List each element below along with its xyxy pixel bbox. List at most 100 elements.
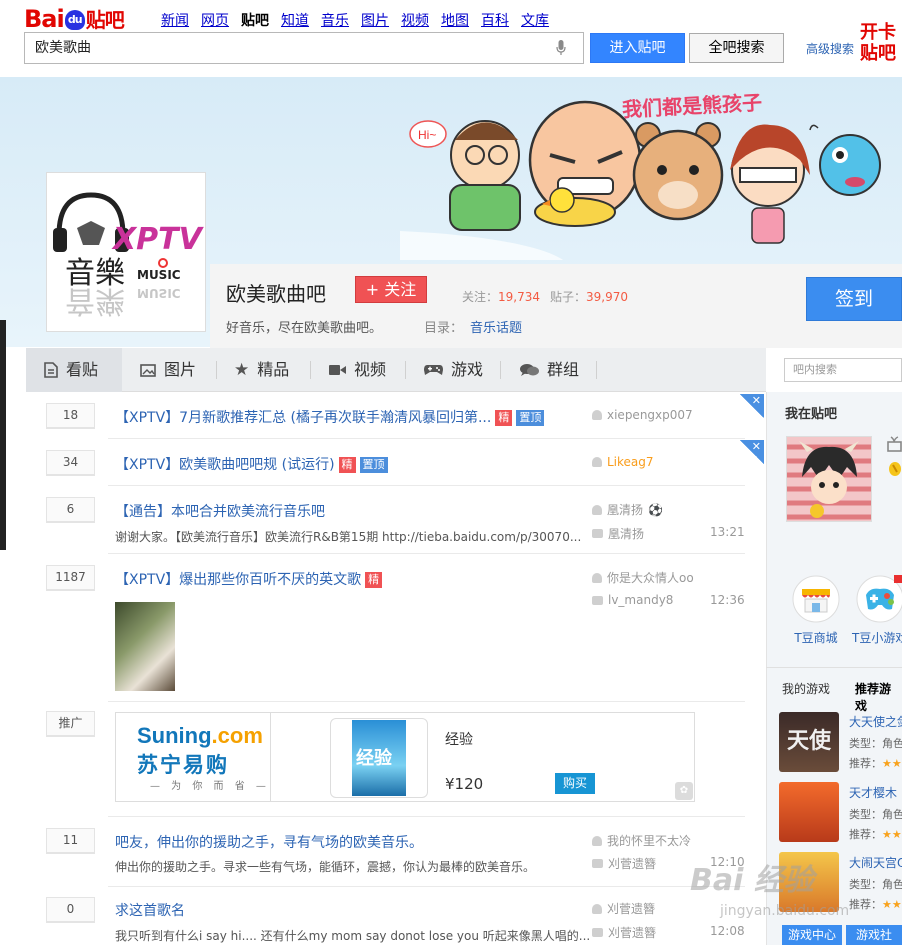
buy-button[interactable]: 购买 (555, 773, 595, 794)
thread-thumbnail[interactable] (115, 602, 175, 691)
directory-link[interactable]: 音乐话题 (470, 317, 522, 336)
svg-text:MUSIC: MUSIC (137, 286, 181, 300)
game-name-1[interactable]: 大天使之剑 (849, 713, 902, 730)
last-reply-time: 13:21 (710, 525, 745, 539)
follower-count: 关注：19,734 (462, 290, 541, 304)
thread-author[interactable]: 我的怀里不太冷 (592, 832, 691, 849)
promo-label: 推广 (46, 711, 95, 737)
reply-count: 0 (46, 897, 95, 923)
reply-count: 18 (46, 403, 95, 429)
coin-icon[interactable] (888, 460, 902, 476)
tdou-game-app[interactable]: T豆小游戏 (852, 575, 902, 646)
last-reply-time: 12:36 (710, 593, 745, 607)
microphone-icon[interactable] (556, 40, 566, 56)
last-reply-author[interactable]: 刈菅遗簪 (592, 924, 656, 941)
thread-title[interactable]: 求这首歌名 (115, 900, 185, 920)
comment-icon (592, 928, 603, 937)
cartoon-characters-illustration: Hi~ (400, 100, 881, 260)
search-input[interactable]: 欧美歌曲 (24, 32, 584, 64)
thread-snippet: 谢谢大家。【欧美流行音乐】欧美流行R&B第15期 http://tieba.ba… (115, 530, 582, 544)
rating-stars: ★★ (882, 757, 902, 770)
nav-link-music[interactable]: 音乐 (321, 10, 349, 30)
comment-icon (592, 859, 603, 868)
top-nav: 新闻 网页 贴吧 知道 音乐 图片 视频 地图 百科 文库 (161, 10, 549, 30)
thread-title[interactable]: 【XPTV】爆出那些你百听不厌的英文歌精 (115, 569, 383, 589)
follow-button[interactable]: + 关注 (355, 276, 427, 303)
book-cover-title: 经验 (356, 748, 392, 769)
game-community-button[interactable]: 游戏社 (846, 925, 902, 945)
thread-author[interactable]: 凰清扬 ⚽ (592, 501, 663, 518)
gift-icon[interactable] (887, 436, 902, 452)
logo-xptv-text: XPTV (111, 222, 205, 257)
tab-images[interactable]: 图片 (140, 348, 196, 392)
thread-title[interactable]: 【XPTV】欧美歌曲吧吧规 (试运行) 精置顶 (115, 454, 388, 474)
nav-link-video[interactable]: 视频 (401, 10, 429, 30)
tab-games[interactable]: 游戏 (424, 348, 483, 392)
user-icon (592, 410, 602, 420)
open-card-promo[interactable]: 开卡 贴吧 (860, 22, 896, 64)
game-center-button[interactable]: 游戏中心 (782, 925, 842, 945)
ad-product-title[interactable]: 经验 (445, 729, 473, 749)
image-icon (140, 363, 156, 377)
thread-author[interactable]: 你是大众情人oo (592, 569, 694, 586)
suning-slogan: — 为 你 而 省 — (150, 781, 270, 792)
tab-groups[interactable]: 群组 (520, 348, 579, 392)
document-icon (44, 362, 58, 378)
search-all-button[interactable]: 全吧搜索 (689, 33, 784, 63)
comment-icon (592, 529, 603, 538)
nav-link-news[interactable]: 新闻 (161, 10, 189, 30)
game-name-2[interactable]: 天才樱木 (849, 784, 897, 801)
tab-video[interactable]: 视频 (329, 348, 386, 392)
last-reply-author[interactable]: lv_mandy8 (592, 593, 673, 607)
user-avatar[interactable] (786, 436, 872, 522)
nav-link-wenku[interactable]: 文库 (521, 10, 549, 30)
last-reply-author[interactable]: 刈菅遗簪 (592, 855, 656, 872)
nav-link-map[interactable]: 地图 (441, 10, 469, 30)
pin-corner-icon: ✕ (740, 394, 764, 418)
pin-corner-icon: ✕ (740, 440, 764, 464)
thread-title[interactable]: 吧友，伸出你的援助之手，寻有气场的欧美音乐。 (115, 832, 423, 852)
nav-link-images[interactable]: 图片 (361, 10, 389, 30)
thread-author[interactable]: xiepengxp007 (592, 408, 693, 422)
post-count: 贴子：39,970 (550, 290, 629, 304)
thread-author[interactable]: 刈菅遗簪 (592, 900, 655, 917)
paw-icon: du (64, 10, 85, 30)
nav-link-zhidao[interactable]: 知道 (281, 10, 309, 30)
xptv-music-logo: XPTV 音樂 MUSIC 音樂 MUSIC (53, 192, 205, 318)
thread-snippet: 我只听到有什么i say hi.... 还有什么my mom say donot… (115, 929, 591, 943)
forum-search-input[interactable]: 吧内搜索 (784, 358, 902, 382)
signin-button[interactable]: 签到 (806, 277, 902, 321)
recommended-games-tab[interactable]: 推荐游戏 (855, 680, 902, 714)
tab-featured[interactable]: ★ 精品 (234, 348, 289, 392)
thread-snippet: 伸出你的援助之手。寻求一些有气场，能循环，震撼，你认为最棒的欧美音乐。 (115, 860, 536, 874)
game-thumb-2[interactable] (779, 782, 839, 842)
reply-count: 6 (46, 497, 95, 523)
enter-bar-button[interactable]: 进入贴吧 (590, 33, 685, 63)
user-icon (592, 903, 602, 914)
football-icon: ⚽ (648, 502, 663, 517)
reply-count: 11 (46, 828, 95, 854)
forum-avatar[interactable]: XPTV 音樂 MUSIC 音樂 MUSIC (46, 172, 206, 332)
tdou-shop-app[interactable]: T豆商城 (784, 575, 848, 646)
advanced-search-link[interactable]: 高级搜索 (806, 40, 854, 57)
anime-avatar-image (787, 437, 871, 521)
nav-link-web[interactable]: 网页 (201, 10, 229, 30)
tab-threads[interactable]: 看贴 (26, 348, 122, 392)
nav-link-tieba[interactable]: 贴吧 (241, 10, 269, 30)
baidu-tieba-logo[interactable]: Bai du 贴吧 (24, 4, 125, 33)
reply-count: 1187 (46, 565, 95, 591)
thread-title[interactable]: 【XPTV】7月新歌推荐汇总 (橘子再次联手瀚清风暴回归第... 精置顶 (115, 407, 545, 427)
forum-description: 好音乐，尽在欧美歌曲吧。 (226, 321, 383, 336)
game-thumb-tianshi[interactable]: 天使 (779, 712, 839, 772)
user-icon (592, 504, 602, 515)
last-reply-author[interactable]: 凰清扬 (592, 525, 644, 542)
comment-icon (592, 595, 603, 605)
nav-link-baike[interactable]: 百科 (481, 10, 509, 30)
watermark-url: jingyan.baidu.com (720, 903, 850, 919)
thread-title[interactable]: 【通告】本吧合并欧美流行音乐吧 (115, 501, 325, 521)
my-games-tab[interactable]: 我的游戏 (782, 680, 830, 697)
my-in-bar-heading: 我在贴吧 (785, 407, 838, 422)
pinned-badge: 置顶 (359, 457, 388, 473)
thread-author[interactable]: Likeag7 (592, 455, 654, 469)
game-name-3[interactable]: 大闹天宫OL (849, 854, 902, 871)
